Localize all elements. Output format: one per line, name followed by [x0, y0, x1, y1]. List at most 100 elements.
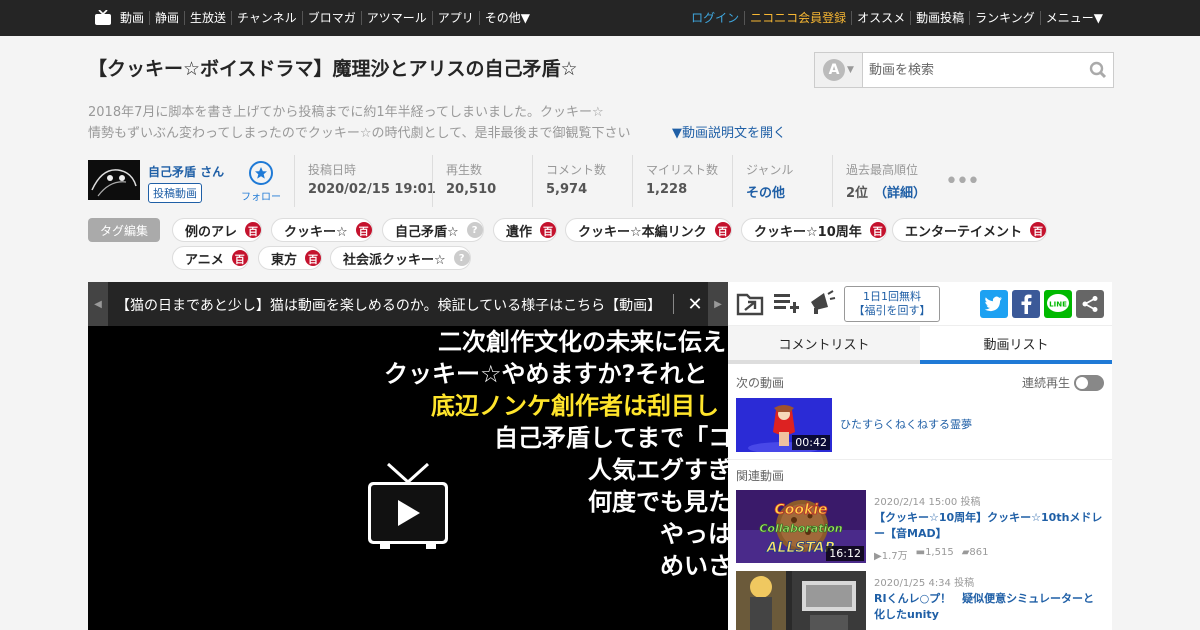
tag-item[interactable]: 東方百 [258, 246, 323, 270]
side-tabs: コメントリスト 動画リスト [728, 326, 1112, 364]
dictionary-icon[interactable]: 百 [245, 222, 262, 238]
nav-seiga[interactable]: 静画 [149, 11, 184, 25]
tag-label: クッキー☆本編リンク [578, 224, 707, 240]
tag-label: 例のアレ [185, 224, 238, 240]
line-share-icon[interactable]: LINE [1044, 290, 1072, 318]
ticker-divider [673, 294, 674, 314]
tab-video-list[interactable]: 動画リスト [920, 326, 1112, 364]
tag-item[interactable]: 自己矛盾☆? [382, 218, 484, 242]
comment-overlay: 何度でも見た [588, 488, 728, 516]
nav-upload[interactable]: 動画投稿 [910, 11, 969, 25]
tag-item[interactable]: 例のアレ百 [172, 218, 263, 242]
register-link[interactable]: ニコニコ会員登録 [744, 11, 851, 25]
follow-label: フォロー [241, 192, 281, 203]
stat-label: マイリスト数 [646, 163, 719, 177]
megaphone-icon[interactable] [808, 290, 836, 320]
tab-comment-list[interactable]: コメントリスト [728, 326, 920, 364]
tag-edit-button[interactable]: タグ編集 [88, 218, 160, 242]
search-type-letter: A [823, 59, 846, 81]
tag-label: 遺作 [506, 224, 533, 240]
ticker-next-icon[interactable]: ▶ [708, 282, 728, 326]
mylist-add-icon[interactable] [736, 290, 764, 320]
nav-live[interactable]: 生放送 [184, 11, 231, 25]
dictionary-icon[interactable]: 百 [231, 250, 248, 266]
dictionary-icon[interactable]: 百 [1030, 222, 1047, 238]
twitter-icon[interactable] [980, 290, 1008, 318]
nav-atsumaru[interactable]: アツマール [360, 11, 432, 25]
owner-avatar[interactable] [88, 160, 140, 200]
tag-item[interactable]: アニメ百 [172, 246, 249, 270]
facebook-icon[interactable] [1012, 290, 1040, 318]
search-icon[interactable] [1083, 53, 1113, 87]
nav-channel[interactable]: チャンネル [231, 11, 302, 25]
nav-recommend[interactable]: オススメ [851, 11, 910, 25]
dictionary-icon[interactable]: 百 [355, 222, 372, 238]
tag-item[interactable]: クッキー☆本編リンク百 [565, 218, 732, 242]
ticker-prev-icon[interactable]: ◀ [88, 282, 108, 326]
boost-line: 1日1回無料 [863, 290, 921, 303]
tag-item[interactable]: 遺作百 [493, 218, 558, 242]
comment-overlay: めいさ [660, 552, 728, 580]
niconico-tv-icon[interactable] [94, 10, 112, 26]
tag-label: クッキー☆10周年 [754, 224, 862, 240]
tag-item[interactable]: 社会派クッキー☆? [330, 246, 471, 270]
dictionary-icon[interactable]: ? [466, 222, 483, 238]
login-link[interactable]: ログイン [689, 11, 744, 25]
svg-text:Cookie: Cookie [774, 502, 827, 518]
playlist-add-icon[interactable] [772, 290, 800, 320]
ticker-text[interactable]: 【猫の日まであと少し】猫は動画を楽しめるのか。検証している様子はこちら【動画】 [116, 295, 666, 315]
nav-menu[interactable]: メニュー▼ [1039, 11, 1108, 25]
follow-button[interactable]: フォロー [236, 161, 286, 207]
comment-overlay: 二次創作文化の未来に伝え [438, 328, 726, 356]
video-player[interactable]: ◀ 【猫の日まであと少し】猫は動画を楽しめるのか。検証している様子はこちら【動画… [88, 282, 728, 630]
stat-value: 5,974 [546, 182, 588, 197]
related-video-thumbnail[interactable]: Cookie Collaboration ALLSTAR 16:12 [736, 490, 866, 563]
next-video-thumbnail[interactable]: 00:42 [736, 398, 832, 452]
stat-label: ジャンル [746, 163, 794, 177]
dictionary-icon[interactable]: 百 [869, 222, 886, 238]
genre-link[interactable]: その他 [746, 182, 832, 201]
boost-line: 【福引を回す】 [853, 304, 931, 317]
stat-comments: コメント数 5,974 [532, 155, 632, 207]
mylists-count: ▰861 [961, 547, 989, 558]
dictionary-icon[interactable]: 百 [305, 250, 322, 266]
nav-video[interactable]: 動画 [118, 11, 149, 25]
more-icon[interactable]: ••• [945, 155, 980, 207]
dictionary-icon[interactable]: ? [453, 250, 470, 266]
related-video-title[interactable]: RIくんレ○プ！ 疑似便意シミュレーターと化したunity [874, 591, 1104, 623]
next-video-label: 次の動画 [736, 376, 785, 390]
nav-ranking[interactable]: ランキング [969, 11, 1040, 25]
tag-item[interactable]: クッキー☆ 百 [271, 218, 373, 242]
tag-item[interactable]: クッキー☆10周年百 [741, 218, 887, 242]
play-button[interactable] [366, 462, 450, 554]
video-title: 【クッキー☆ボイスドラマ】魔理沙とアリスの自己矛盾☆ [88, 58, 578, 80]
tag-item[interactable]: エンターテイメント百 [892, 218, 1048, 242]
search-type-selector[interactable]: A ▼ [815, 53, 863, 87]
stat-value: 20,510 [446, 182, 497, 197]
owner-videos-button[interactable]: 投稿動画 [148, 183, 202, 203]
tag-label: エンターテイメント [905, 224, 1023, 240]
dictionary-icon[interactable]: 百 [714, 222, 731, 238]
dictionary-icon[interactable]: 百 [540, 222, 557, 238]
fukubiki-button[interactable]: 1日1回無料 【福引を回す】 [844, 286, 940, 322]
nav-other[interactable]: その他▼ [478, 11, 535, 25]
stat-label: 再生数 [446, 163, 483, 177]
description-line: 2018年7月に脚本を書き上げてから投稿までに約1年半経ってしまいました。クッキ… [88, 105, 604, 120]
continuous-play-toggle[interactable] [1074, 374, 1105, 391]
stat-label: 投稿日時 [308, 163, 357, 177]
comment-icon: ▬ [915, 547, 926, 558]
rank-detail-link[interactable]: （詳細） [874, 186, 926, 201]
open-description-link[interactable]: ▼動画説明文を開く [672, 123, 786, 144]
video-duration: 16:12 [826, 546, 864, 561]
divider [728, 459, 1112, 460]
owner-name[interactable]: 自己矛盾 さん [148, 163, 236, 180]
share-icon[interactable] [1076, 290, 1104, 318]
close-icon[interactable]: ✕ [681, 290, 709, 318]
search-input[interactable] [863, 53, 1083, 87]
next-video-title[interactable]: ひたすらくねくねする霊夢 [840, 417, 1100, 433]
related-video-title[interactable]: 【クッキー☆10周年】クッキー☆10thメドレー【音MAD】 [874, 510, 1104, 542]
nav-app[interactable]: アプリ [431, 11, 479, 25]
nav-blomaga[interactable]: ブロマガ [301, 11, 361, 25]
related-video-thumbnail[interactable] [736, 571, 866, 630]
svg-text:ALLSTAR: ALLSTAR [766, 540, 836, 556]
